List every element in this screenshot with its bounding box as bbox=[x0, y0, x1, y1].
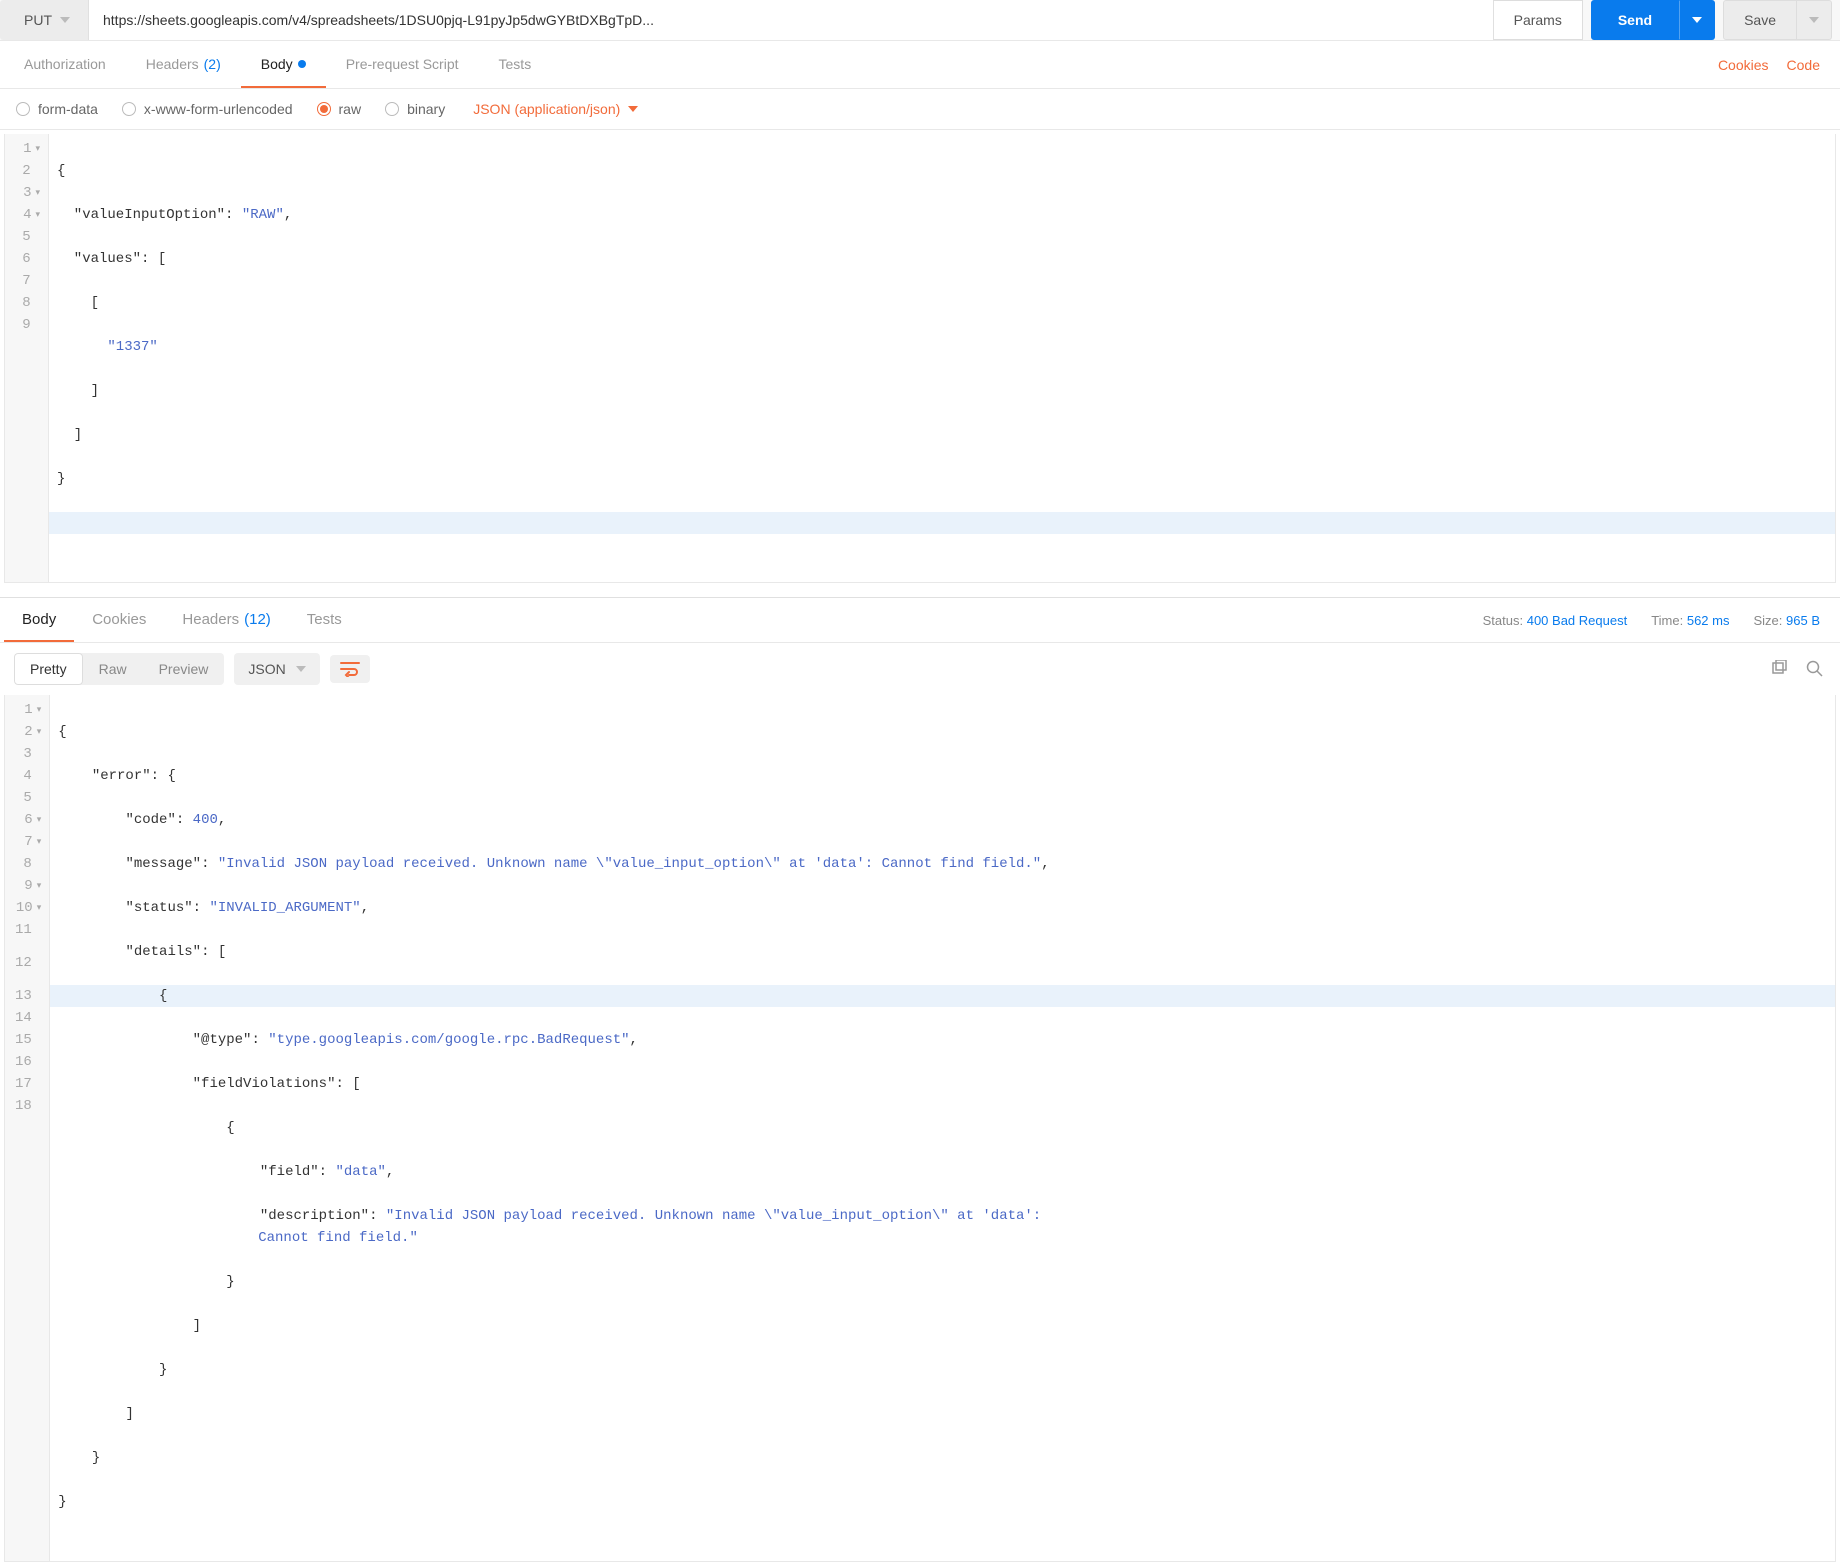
tab-body[interactable]: Body bbox=[241, 41, 326, 88]
chevron-down-icon bbox=[1692, 17, 1702, 23]
url-input[interactable]: https://sheets.googleapis.com/v4/spreads… bbox=[88, 0, 1493, 40]
tab-prerequest[interactable]: Pre-request Script bbox=[326, 41, 479, 88]
send-button[interactable]: Send bbox=[1591, 0, 1679, 40]
view-preview[interactable]: Preview bbox=[143, 653, 225, 685]
tab-tests[interactable]: Tests bbox=[479, 41, 552, 88]
response-body-editor[interactable]: 1▾ 2▾ 3 4 5 6▾ 7▾ 8 9▾ 10▾ 11 12 13 14 1… bbox=[4, 695, 1836, 1562]
chevron-down-icon bbox=[1809, 17, 1819, 23]
radio-icon bbox=[317, 102, 331, 116]
line-gutter: 1▾ 2 3▾ 4▾ 5 6 7 8 9 bbox=[5, 134, 49, 582]
code-area[interactable]: { "error": { "code": 400, "message": "In… bbox=[50, 695, 1835, 1561]
wrap-icon bbox=[340, 661, 360, 677]
http-method-label: PUT bbox=[24, 12, 52, 28]
radio-icon bbox=[16, 102, 30, 116]
send-menu-button[interactable] bbox=[1679, 0, 1715, 40]
resp-tab-cookies[interactable]: Cookies bbox=[74, 598, 164, 642]
tab-authorization[interactable]: Authorization bbox=[4, 41, 126, 88]
body-type-binary[interactable]: binary bbox=[385, 101, 445, 117]
resp-tab-body[interactable]: Body bbox=[4, 598, 74, 642]
content-type-select[interactable]: JSON (application/json) bbox=[473, 101, 638, 117]
http-method-select[interactable]: PUT bbox=[0, 0, 88, 40]
request-bar: PUT https://sheets.googleapis.com/v4/spr… bbox=[0, 0, 1840, 41]
params-button[interactable]: Params bbox=[1493, 0, 1583, 40]
search-button[interactable] bbox=[1804, 658, 1826, 680]
status-block: Status: 400 Bad Request Time: 562 ms Siz… bbox=[1483, 613, 1836, 628]
size-value: 965 B bbox=[1786, 613, 1820, 628]
line-gutter: 1▾ 2▾ 3 4 5 6▾ 7▾ 8 9▾ 10▾ 11 12 13 14 1… bbox=[5, 695, 50, 1561]
radio-icon bbox=[385, 102, 399, 116]
unsaved-dot-icon bbox=[298, 60, 306, 68]
view-pretty[interactable]: Pretty bbox=[14, 653, 83, 685]
copy-icon bbox=[1770, 660, 1788, 678]
search-icon bbox=[1806, 660, 1824, 678]
view-mode-tabs: Pretty Raw Preview bbox=[14, 653, 224, 685]
code-link[interactable]: Code bbox=[1787, 57, 1820, 73]
code-area[interactable]: { "valueInputOption": "RAW", "values": [… bbox=[49, 134, 1835, 582]
resp-tab-tests[interactable]: Tests bbox=[289, 598, 360, 642]
radio-icon bbox=[122, 102, 136, 116]
response-format-select[interactable]: JSON bbox=[234, 653, 319, 685]
chevron-down-icon bbox=[296, 666, 306, 672]
chevron-down-icon bbox=[628, 106, 638, 112]
response-toolbar: Pretty Raw Preview JSON bbox=[0, 643, 1840, 695]
tab-headers[interactable]: Headers (2) bbox=[126, 41, 241, 88]
save-menu-button[interactable] bbox=[1797, 0, 1832, 40]
resp-tab-headers[interactable]: Headers (12) bbox=[164, 598, 288, 642]
body-type-row: form-data x-www-form-urlencoded raw bina… bbox=[0, 89, 1840, 130]
request-tabs: Authorization Headers (2) Body Pre-reque… bbox=[0, 41, 1840, 89]
chevron-down-icon bbox=[60, 17, 70, 23]
response-tabs: Body Cookies Headers (12) Tests Status: … bbox=[0, 597, 1840, 643]
save-button[interactable]: Save bbox=[1723, 0, 1797, 40]
request-body-editor[interactable]: 1▾ 2 3▾ 4▾ 5 6 7 8 9 { "valueInputOption… bbox=[4, 134, 1836, 583]
copy-button[interactable] bbox=[1768, 658, 1790, 680]
status-value: 400 Bad Request bbox=[1527, 613, 1627, 628]
time-value: 562 ms bbox=[1687, 613, 1730, 628]
cookies-link[interactable]: Cookies bbox=[1718, 57, 1769, 73]
view-raw[interactable]: Raw bbox=[83, 653, 143, 685]
body-type-formdata[interactable]: form-data bbox=[16, 101, 98, 117]
wrap-lines-button[interactable] bbox=[330, 655, 370, 683]
body-type-raw[interactable]: raw bbox=[317, 101, 362, 117]
body-type-urlencoded[interactable]: x-www-form-urlencoded bbox=[122, 101, 293, 117]
